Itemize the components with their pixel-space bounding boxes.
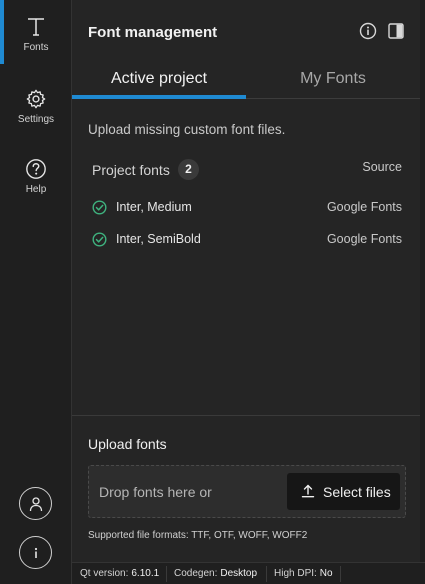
status-bar: Qt version: 6.10.1 Codegen: Desktop High D… xyxy=(72,562,425,584)
panel-title: Font management xyxy=(88,24,218,41)
upload-title: Upload fonts xyxy=(88,436,167,452)
font-source: Google Fonts xyxy=(326,200,402,214)
text-t-icon xyxy=(28,18,44,36)
font-name: Inter, Medium xyxy=(116,200,192,214)
tab-active-project[interactable]: Active project xyxy=(72,64,246,99)
panel-description: Upload missing custom font files. xyxy=(88,122,286,137)
project-fonts-count-badge: 2 xyxy=(178,159,199,180)
status-divider xyxy=(166,566,167,582)
check-circle-icon xyxy=(92,200,107,215)
font-list-item: Inter, SemiBold Google Fonts xyxy=(92,231,402,251)
panel-header: Font management xyxy=(72,0,420,64)
info-icon xyxy=(34,547,37,558)
question-icon xyxy=(26,159,46,179)
select-files-button[interactable]: Select files xyxy=(287,473,400,510)
sidebar-item-label: Help xyxy=(25,184,47,195)
qt-version-status: Qt version: 6.10.1 xyxy=(80,568,160,579)
supported-formats-note: Supported file formats: TTF, OTF, WOFF, … xyxy=(88,530,308,541)
project-fonts-label: Project fonts xyxy=(92,162,170,178)
sidebar-item-help[interactable]: Help xyxy=(0,158,72,195)
left-sidebar: Fonts Settings Help xyxy=(0,0,72,584)
font-name: Inter, SemiBold xyxy=(116,232,201,246)
status-divider xyxy=(266,566,267,582)
dropzone-text: Drop fonts here or xyxy=(99,484,212,500)
font-dropzone[interactable]: Drop fonts here or Select files xyxy=(88,465,406,518)
about-button[interactable] xyxy=(19,536,52,569)
toggle-panel-icon[interactable] xyxy=(387,22,405,40)
user-icon xyxy=(29,496,42,511)
info-icon[interactable] xyxy=(359,22,377,40)
tab-bar: Active project My Fonts xyxy=(72,64,420,99)
high-dpi-status: High DPI: No xyxy=(274,568,333,579)
sidebar-item-fonts[interactable]: Fonts xyxy=(0,0,72,66)
codegen-status: Codegen: Desktop xyxy=(174,568,258,579)
gear-icon xyxy=(26,89,46,109)
font-list-item: Inter, Medium Google Fonts xyxy=(92,199,402,219)
upload-section: Upload fonts Drop fonts here or Select f… xyxy=(72,415,420,562)
check-circle-icon xyxy=(92,232,107,247)
status-divider xyxy=(340,566,341,582)
sidebar-item-label: Settings xyxy=(17,114,55,125)
account-button[interactable] xyxy=(19,487,52,520)
sidebar-item-settings[interactable]: Settings xyxy=(0,88,72,125)
font-management-panel: Font management Active project My Fonts … xyxy=(72,0,420,562)
select-files-label: Select files xyxy=(323,484,391,500)
tab-my-fonts[interactable]: My Fonts xyxy=(246,64,420,98)
sidebar-item-label: Fonts xyxy=(23,42,49,53)
upload-icon xyxy=(301,484,315,498)
source-column-header: Source xyxy=(362,160,402,174)
font-source: Google Fonts xyxy=(326,232,402,246)
